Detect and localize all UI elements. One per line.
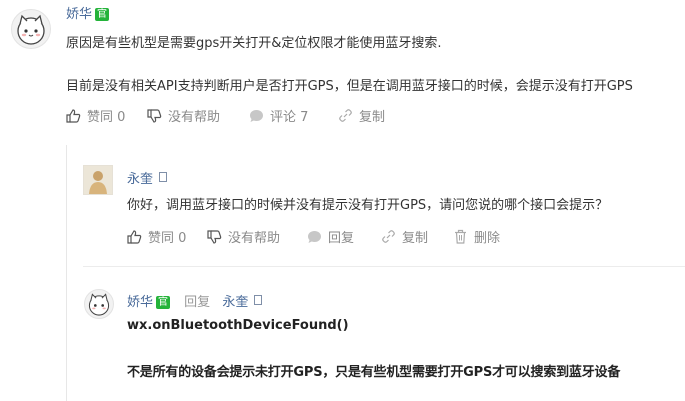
reply1-reply-label: 回复 — [328, 231, 355, 246]
official-badge: 官 — [95, 8, 110, 21]
reply-to-name[interactable]: 永奎 — [222, 295, 248, 310]
author-avatar[interactable] — [11, 9, 51, 49]
reply-word: 回复 — [184, 295, 211, 310]
reply2-text: 不是所有的设备会提示未打开GPS，只是有些机型需要打开GPS才可以搜索到蓝牙设备 — [127, 365, 621, 380]
comment-bubble-icon — [308, 230, 321, 243]
comment-bubble-icon — [250, 109, 263, 122]
unhelpful-button[interactable]: 没有帮助 — [147, 106, 220, 125]
reply1-unhelpful-button[interactable]: 没有帮助 — [207, 227, 280, 246]
reply1-copy-label: 复制 — [402, 231, 429, 246]
unhelpful-label: 没有帮助 — [168, 110, 221, 125]
reply1-avatar[interactable] — [83, 165, 113, 195]
thumbs-down-icon — [207, 229, 222, 244]
comment-button[interactable]: 评论 7 — [249, 106, 308, 125]
reply2-code-line: wx.onBluetoothDeviceFound() — [127, 318, 349, 333]
cat-face-icon — [88, 293, 110, 316]
reply1-text: 你好，调用蓝牙接口的时候并没有提示没有打开GPS，请问您说的哪个接口会提示？ — [127, 198, 609, 213]
reply1-unhelpful-label: 没有帮助 — [228, 231, 281, 246]
reply2-header: 娇华官 回复 永奎 — [127, 291, 263, 310]
thumbs-up-icon — [127, 229, 142, 244]
link-icon — [339, 109, 352, 122]
reply1-delete-label: 删除 — [474, 231, 501, 246]
reply1-delete-button[interactable]: 删除 — [453, 227, 500, 246]
reply1-author[interactable]: 永奎 — [127, 168, 168, 187]
reply1-like-label: 赞同 0 — [148, 231, 187, 246]
thumbs-up-icon — [66, 108, 81, 123]
official-badge: 官 — [156, 296, 171, 309]
badge-icon — [254, 295, 263, 305]
like-button[interactable]: 赞同 0 — [66, 106, 125, 125]
reply-divider — [83, 266, 685, 267]
comment-author[interactable]: 娇华官 — [66, 3, 110, 22]
reply1-like-button[interactable]: 赞同 0 — [127, 227, 186, 246]
comment-author-name[interactable]: 娇华 — [66, 7, 92, 22]
reply1-copy-button[interactable]: 复制 — [381, 227, 428, 246]
copy-label: 复制 — [359, 110, 386, 125]
badge-icon — [159, 172, 168, 182]
comment-label: 评论 7 — [270, 110, 309, 125]
like-label: 赞同 0 — [87, 110, 126, 125]
copy-button[interactable]: 复制 — [338, 106, 385, 125]
reply1-reply-button[interactable]: 回复 — [307, 227, 354, 246]
comment-text-line2: 目前是没有相关API支持判断用户是否打开GPS，但是在调用蓝牙接口的时候，会提示… — [66, 79, 633, 94]
thumbs-down-icon — [147, 108, 162, 123]
reply2-author-name[interactable]: 娇华 — [127, 295, 153, 310]
trash-icon — [455, 229, 466, 244]
cat-face-icon — [17, 14, 45, 45]
user-photo-icon — [84, 166, 112, 194]
reply1-author-name[interactable]: 永奎 — [127, 172, 153, 187]
link-icon — [382, 230, 395, 243]
reply2-avatar[interactable] — [84, 289, 114, 319]
comment-text-line1: 原因是有些机型是需要gps开关打开&定位权限才能使用蓝牙搜索. — [66, 36, 442, 51]
